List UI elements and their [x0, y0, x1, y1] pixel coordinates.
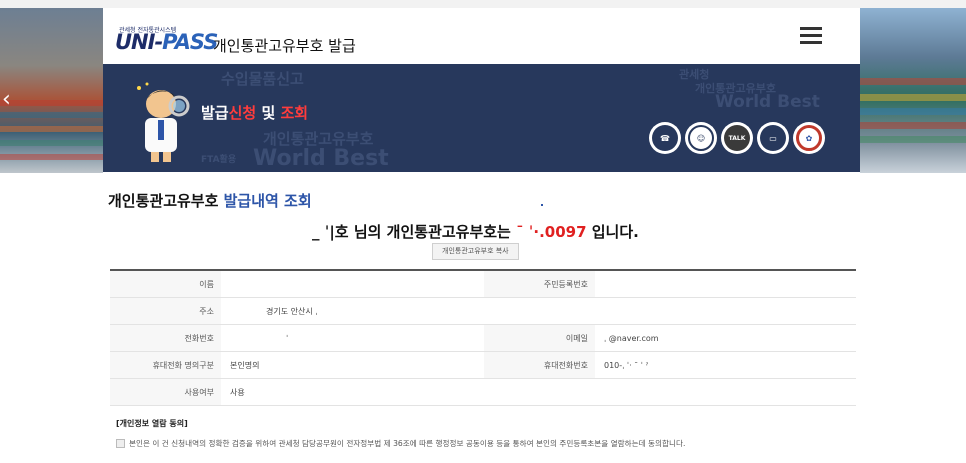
banner-title-part: 및 [256, 104, 281, 122]
result-text: 님의 개인통관고유부호는 [348, 223, 517, 241]
name-value [221, 270, 484, 298]
chatbot-icon[interactable]: ☺ [685, 122, 717, 154]
customs-code: ˉ ˈ·.0097 [516, 223, 587, 241]
banner-title-part: 신청 [228, 104, 257, 122]
mobile-label: 휴대전화번호 [484, 351, 595, 379]
address-label: 주소 [110, 297, 221, 325]
quick-icon-row: ☎ ☺ TALK ▭ ✿ [649, 122, 825, 154]
mobile-value: 010-ˌ ˈ· ˉ ˈ ˀ [595, 351, 856, 379]
consent-agreement: 본인은 이 건 신청내역의 정확한 검증을 위하여 관세청 담당공무원이 전자정… [116, 438, 685, 449]
page-title-highlight: 발급내역 조회 [223, 192, 312, 210]
table-row: 이름 주민등록번호 [110, 270, 856, 298]
page-title-prefix: 개인통관고유부호 [108, 192, 224, 210]
banner-ghost-text: 관세청 [679, 68, 710, 81]
hero-banner: 수입물품신고 개인통관고유부호 World Best 개인통관고유부호 Worl… [103, 64, 860, 172]
table-row: 주소 경기도 안산시 ˌ [110, 297, 856, 325]
usage-value: 사용 [221, 378, 856, 406]
consent-text: 본인은 이 건 신청내역의 정확한 검증을 위하여 관세청 담당공무원이 전자정… [129, 439, 686, 448]
name-label: 이름 [110, 270, 221, 298]
logo-pass: PASS [162, 30, 218, 54]
address-value: 경기도 안산시 ˌ [221, 297, 856, 325]
remote-support-icon[interactable]: ▭ [757, 122, 789, 154]
rrn-value [595, 270, 856, 298]
talk-icon[interactable]: TALK [721, 122, 753, 154]
phone-icon[interactable]: ☎ [649, 122, 681, 154]
consent-checkbox[interactable] [116, 439, 125, 448]
table-row: 사용여부 사용 [110, 378, 856, 406]
banner-ghost-text: World Best [715, 92, 820, 112]
table-row: 휴대전화 명의구분 본인명의 휴대전화번호 010-ˌ ˈ· ˉ ˈ ˀ [110, 351, 856, 379]
email-label: 이메일 [484, 324, 595, 352]
banner-ghost-text: World Best [253, 146, 389, 171]
menu-icon[interactable] [800, 27, 822, 45]
site-title: 개인통관고유부호 발급 [213, 37, 356, 55]
talk-label: TALK [724, 125, 750, 151]
consent-title: [개인정보 열람 동의] [116, 419, 188, 428]
page-title: 개인통관고유부호 발급내역 조회 [108, 190, 312, 211]
mobile-type-label: 휴대전화 명의구분 [110, 351, 221, 379]
banner-title-part: 발급 [201, 104, 229, 122]
copy-code-button[interactable]: 개인통관고유부호 복사 [432, 243, 519, 260]
banner-ghost-text: 수입물품신고 [221, 70, 304, 88]
banner-ghost-text: FTA활용 [201, 155, 237, 165]
unipass-logo[interactable]: UNI-PASS [115, 30, 218, 54]
result-name: _ ˈ|호 [312, 223, 349, 241]
site-header: 관세청 전자통관시스템 UNI-PASS 개인통관고유부호 발급 [103, 8, 860, 64]
banner-title: 발급신청 및 조회 [201, 102, 308, 123]
applicant-info-table: 이름 주민등록번호 주소 경기도 안산시 ˌ 전화번호 ˈ 이메일 ˌ @nav… [110, 269, 856, 406]
government-icon[interactable]: ✿ [793, 122, 825, 154]
table-row: 전화번호 ˈ 이메일 ˌ @naver.com [110, 324, 856, 352]
mobile-type-value: 본인명의 [221, 351, 484, 379]
background-photo-left: ‹ [0, 8, 103, 173]
email-value: ˌ @naver.com [595, 324, 856, 352]
phone-value: ˈ [221, 324, 484, 352]
phone-label: 전화번호 [110, 324, 221, 352]
result-suffix: 입니다. [586, 223, 639, 241]
logo-uni: UNI- [115, 30, 163, 54]
usage-label: 사용여부 [110, 378, 221, 406]
result-message: _ ˈ|호 님의 개인통관고유부호는 ˉ ˈ·.0097 입니다. [312, 221, 639, 242]
slide-prev-icon[interactable]: ‹ [2, 88, 18, 112]
browser-top-strip [0, 0, 966, 8]
magnifier-character-illustration [137, 82, 190, 162]
rrn-label: 주민등록번호 [484, 270, 595, 298]
banner-title-part: 조회 [280, 104, 309, 122]
decorative-dot [541, 204, 543, 206]
background-photo-right [860, 8, 966, 173]
